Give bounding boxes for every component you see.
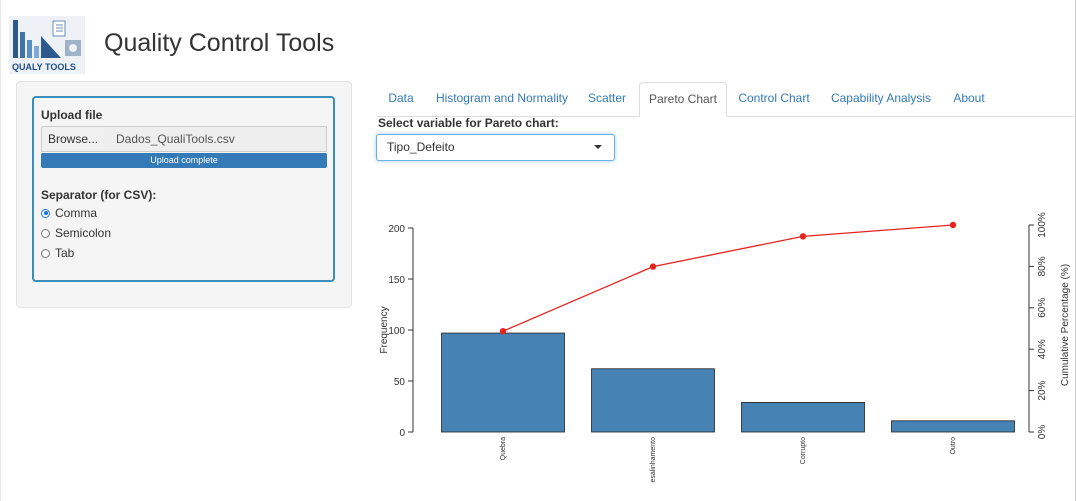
y2-tick-label: 20% — [1037, 380, 1048, 400]
y-tick-label: 150 — [388, 275, 405, 286]
radio-button-checked[interactable] — [41, 208, 50, 218]
separator-option-tab[interactable]: Tab — [41, 246, 74, 260]
svg-text:QUALY TOOLS: QUALY TOOLS — [12, 62, 76, 72]
separator-option-semicolon[interactable]: Semicolon — [41, 226, 111, 240]
pareto-bar — [741, 402, 865, 433]
radio-button[interactable] — [41, 248, 50, 258]
logo-text: QUALY TOOLS — [12, 62, 76, 72]
chevron-down-icon — [594, 145, 602, 149]
y2-tick-label: 100% — [1037, 212, 1048, 238]
cumulative-point — [649, 263, 657, 270]
cumulative-point — [499, 327, 507, 335]
selected-variable: Tipo_Defeito — [387, 140, 455, 154]
tab-about[interactable]: About — [945, 82, 993, 117]
tab-pareto-chart[interactable]: Pareto Chart — [639, 82, 727, 117]
pareto-bar — [441, 332, 565, 433]
qualytools-logo: QUALY TOOLS — [9, 16, 85, 74]
pareto-variable-label: Select variable for Pareto chart: — [378, 116, 559, 130]
tab-data[interactable]: Data — [379, 82, 423, 117]
y2-axis-title: Cumulative Percentage (%) — [1060, 264, 1071, 386]
tab-capability-analysis[interactable]: Capability Analysis — [822, 82, 940, 117]
cumulative-point — [799, 233, 807, 240]
window-left-edge — [0, 0, 1, 501]
app-title: Quality Control Tools — [104, 29, 335, 57]
y-tick-label: 50 — [394, 377, 406, 388]
category-label: esalinhamento — [650, 437, 657, 483]
tab-histogram[interactable]: Histogram and Normality — [429, 82, 575, 117]
pareto-variable-select[interactable]: Tipo_Defeito — [376, 134, 615, 161]
separator-option-label: Tab — [55, 246, 75, 260]
upload-file-label: Upload file — [41, 108, 103, 122]
upload-progress-bar: Upload complete — [41, 153, 327, 168]
y2-tick-label: 80% — [1037, 256, 1048, 276]
y-tick-label: 200 — [388, 224, 405, 235]
tab-scatter[interactable]: Scatter — [580, 82, 634, 117]
cumulative-point — [949, 221, 957, 229]
pareto-chart: 0 50 100 150 200 Frequency 0% 20% 40% 60% 80% 100% C… — [379, 212, 1071, 483]
separator-option-comma[interactable]: Comma — [41, 206, 97, 220]
y2-tick-label: 0% — [1037, 425, 1048, 440]
y2-tick-label: 40% — [1037, 339, 1048, 359]
radio-button[interactable] — [41, 228, 50, 238]
browse-button[interactable]: Browse... — [41, 126, 105, 152]
y-tick-label: 0 — [399, 428, 405, 439]
category-label: Corrupto — [800, 437, 807, 464]
tab-control-chart[interactable]: Control Chart — [731, 82, 817, 117]
file-name-field[interactable]: Dados_QualiTools.csv — [104, 126, 327, 152]
cumulative-line — [502, 224, 954, 332]
separator-option-label: Semicolon — [55, 226, 112, 240]
y-axis-title: Frequency — [379, 306, 390, 353]
pareto-bar — [591, 368, 715, 433]
category-label: Outro — [950, 437, 957, 455]
y2-tick-label: 60% — [1037, 298, 1048, 318]
pareto-bar — [891, 420, 1015, 433]
y-tick-label: 100 — [388, 326, 405, 337]
separator-option-label: Comma — [55, 206, 98, 220]
separator-label: Separator (for CSV): — [41, 188, 157, 202]
category-label: Quebra — [500, 437, 507, 460]
